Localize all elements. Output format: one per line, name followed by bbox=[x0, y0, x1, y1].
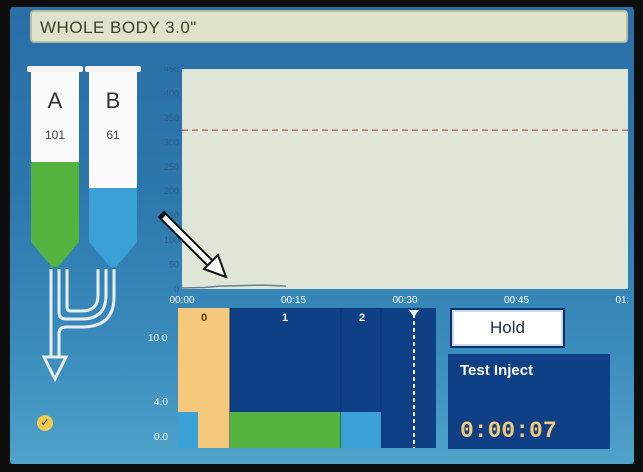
timeline-y-label-bottom: 0.0 bbox=[154, 432, 168, 443]
phase-timeline-svg bbox=[178, 307, 436, 449]
y-tick-label: 100 bbox=[164, 235, 179, 245]
phase-1-label: 1 bbox=[282, 312, 289, 324]
timeline-y-label-mid: 4.0 bbox=[154, 397, 168, 408]
hold-button[interactable]: Hold bbox=[450, 308, 565, 348]
y-tick-label: 250 bbox=[164, 162, 179, 172]
y-tick-label: 0 bbox=[174, 284, 179, 294]
test-inject-title: Test Inject bbox=[460, 362, 534, 379]
injection-timer: 0:00:07 bbox=[460, 418, 557, 444]
test-inject-panel: Test Inject 0:00:07 bbox=[448, 354, 610, 449]
phase-timeline: 0 1 2 bbox=[178, 307, 436, 449]
y-tick-label: 350 bbox=[164, 113, 179, 123]
phase-2-label: 2 bbox=[359, 312, 366, 324]
plot-area bbox=[182, 69, 628, 289]
x-tick-label: 00:30 bbox=[392, 295, 417, 306]
timeline-y-label-top: 10.0 bbox=[148, 333, 168, 344]
tubing-diagram bbox=[31, 242, 137, 383]
y-tick-label: 450 bbox=[164, 67, 179, 74]
phase-0-label: 0 bbox=[201, 312, 208, 324]
injector-screen: WHOLE BODY 3.0" A 101 B 61 0 50 100 150 200 2… bbox=[10, 7, 634, 464]
y-tick-label: 400 bbox=[164, 88, 179, 98]
x-tick-label: 00:00 bbox=[169, 295, 194, 306]
x-tick-label: 00:45 bbox=[504, 295, 529, 306]
y-tick-label: 300 bbox=[164, 137, 179, 147]
pressure-chart: 0 50 100 150 200 250 300 350 400 450 00:00 00:15 00:… bbox=[148, 64, 634, 312]
phase-0-b-fill bbox=[178, 412, 198, 448]
phase-2-b-fill bbox=[341, 412, 381, 448]
hold-button-label: Hold bbox=[490, 318, 525, 337]
y-tick-label: 50 bbox=[169, 260, 179, 270]
check-icon[interactable]: ✓ bbox=[37, 415, 53, 431]
pressure-chart-svg: 05010015020025030035040045000:00 00:15 00:… bbox=[157, 64, 634, 306]
phase-1-a-fill bbox=[230, 412, 341, 448]
x-tick-label: 00:15 bbox=[281, 295, 306, 306]
x-tick-label: 01:00 bbox=[615, 295, 628, 306]
y-tick-label: 200 bbox=[164, 186, 179, 196]
